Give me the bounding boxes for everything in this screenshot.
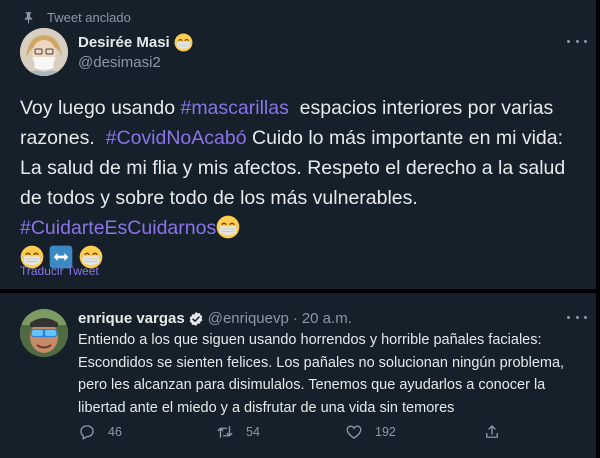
pin-icon [24,11,33,24]
hashtag-link[interactable]: #CuidarteEsCuidarnos [20,217,216,239]
tweet-text: Entiendo a los que siguen usando horrend… [78,332,565,416]
author-handle[interactable]: @enriquevp [208,310,289,327]
share-button[interactable] [483,423,513,441]
author-name[interactable]: enrique vargas [78,310,185,327]
separator: · [292,310,298,327]
translate-tweet-link[interactable]: Traducir Tweet [20,264,99,278]
retweet-button[interactable]: 54 [216,423,260,441]
share-icon [486,425,498,438]
reply-header: enrique vargas @enriquevp · 20 a.m. [78,310,352,327]
timestamp[interactable]: 20 a.m. [302,310,352,327]
avatar[interactable] [20,28,68,76]
hashtag-link[interactable]: #CovidNoAcabó [106,127,247,149]
reply-button[interactable]: 46 [78,423,122,441]
pinned-tweet[interactable]: Tweet anclado Desirée Masi @desimasi2 Vo… [0,0,596,289]
avatar[interactable] [20,309,68,357]
tweet-actions: 46 54 192 [78,423,508,443]
reply-count: 46 [108,425,122,439]
author-name[interactable]: Desirée Masi [78,33,193,52]
retweet-count: 54 [246,425,260,439]
tweet-text: Voy luego usando #mascarillas espacios i… [20,93,590,273]
reply-icon [80,425,94,440]
pinned-indicator: Tweet anclado [22,8,131,26]
like-button[interactable]: 192 [345,423,396,441]
like-count: 192 [375,425,396,439]
retweet-icon [217,426,233,438]
more-icon[interactable] [567,310,587,324]
verified-badge-icon [189,311,203,326]
face-mask-emoji [216,215,240,239]
like-icon [346,425,362,439]
more-icon[interactable] [567,34,587,48]
face-mask-emoji [174,33,193,52]
author-handle[interactable]: @desimasi2 [78,54,161,71]
pinned-label: Tweet anclado [47,9,131,25]
hashtag-link[interactable]: #mascarillas [180,97,288,119]
